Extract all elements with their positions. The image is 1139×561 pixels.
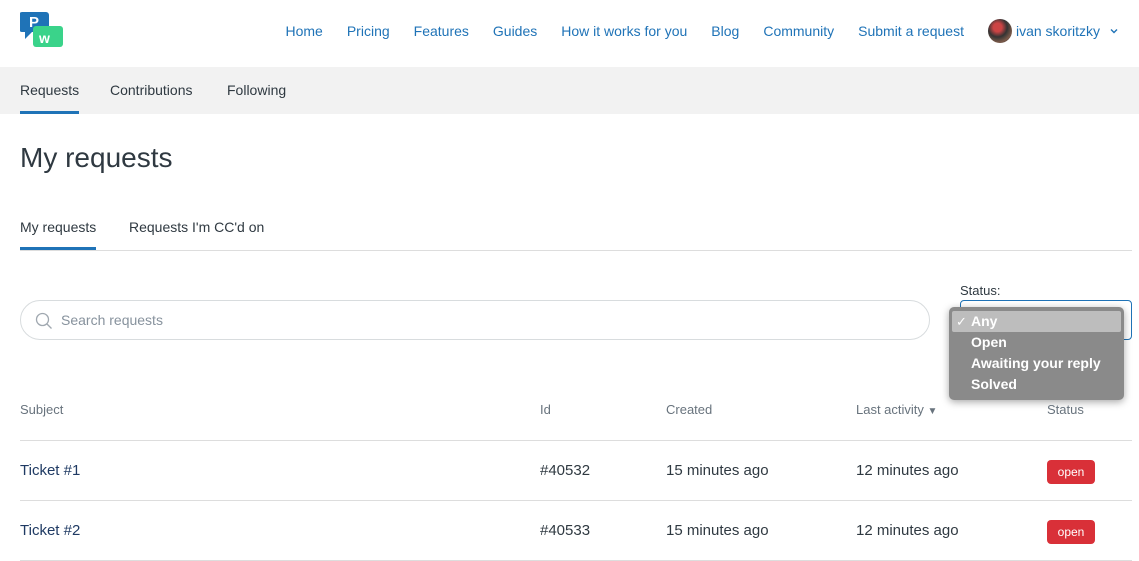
- status-dropdown: ✓ Any Open Awaiting your reply Solved: [949, 307, 1124, 400]
- tab-requests-cc[interactable]: Requests I'm CC'd on: [129, 214, 264, 250]
- status-option-solved[interactable]: Solved: [949, 374, 1124, 395]
- col-subject: Subject: [20, 402, 64, 417]
- col-last-activity[interactable]: Last activity ▼: [856, 402, 937, 417]
- logo-icon[interactable]: P w: [19, 10, 64, 50]
- ticket-id: #40533: [540, 522, 591, 539]
- sort-desc-icon: ▼: [927, 406, 938, 417]
- chevron-down-icon: [1109, 26, 1119, 36]
- tabs-divider: [20, 250, 1132, 251]
- nav-pricing[interactable]: Pricing: [347, 23, 390, 39]
- search-icon: [35, 312, 53, 330]
- subnav-following[interactable]: Following: [227, 67, 286, 114]
- nav-home[interactable]: Home: [285, 23, 322, 39]
- row-divider: [20, 440, 1132, 441]
- nav-blog[interactable]: Blog: [711, 23, 739, 39]
- site-header: P w Home Pricing Features Guides How it …: [0, 0, 1139, 67]
- subnav-contributions[interactable]: Contributions: [110, 67, 193, 114]
- nav-submit-request[interactable]: Submit a request: [858, 23, 964, 39]
- nav-features[interactable]: Features: [414, 23, 469, 39]
- nav-guides[interactable]: Guides: [493, 23, 537, 39]
- col-created: Created: [666, 402, 713, 417]
- status-label: Status:: [960, 283, 1001, 298]
- ticket-link[interactable]: Ticket #1: [20, 462, 80, 479]
- user-menu[interactable]: ivan skoritzky: [987, 19, 1119, 43]
- search-box: [20, 300, 930, 340]
- svg-text:P: P: [29, 14, 39, 31]
- svg-text:w: w: [38, 30, 50, 46]
- ticket-id: #40532: [540, 462, 591, 479]
- avatar: [987, 19, 1012, 43]
- nav-how-it-works[interactable]: How it works for you: [561, 23, 687, 39]
- nav-community[interactable]: Community: [763, 23, 834, 39]
- user-name: ivan skoritzky: [1015, 23, 1100, 39]
- ticket-last-activity: 12 minutes ago: [856, 522, 959, 539]
- status-option-any[interactable]: ✓ Any: [952, 311, 1121, 332]
- page-title: My requests: [20, 142, 173, 173]
- status-badge: open: [1047, 460, 1095, 484]
- ticket-created: 15 minutes ago: [666, 462, 769, 479]
- check-icon: ✓: [956, 314, 967, 329]
- col-status: Status: [1047, 402, 1084, 417]
- row-divider: [20, 500, 1132, 501]
- profile-subnav: Requests Contributions Following: [0, 67, 1139, 114]
- search-input[interactable]: [61, 301, 921, 339]
- status-badge: open: [1047, 520, 1095, 544]
- ticket-created: 15 minutes ago: [666, 522, 769, 539]
- tab-my-requests[interactable]: My requests: [20, 214, 97, 250]
- status-option-open[interactable]: Open: [949, 332, 1124, 353]
- main-nav: Home Pricing Features Guides How it work…: [261, 0, 1139, 62]
- status-option-awaiting[interactable]: Awaiting your reply: [949, 353, 1124, 374]
- subnav-requests[interactable]: Requests: [20, 67, 80, 114]
- col-id: Id: [540, 402, 551, 417]
- ticket-last-activity: 12 minutes ago: [856, 462, 959, 479]
- ticket-link[interactable]: Ticket #2: [20, 522, 80, 539]
